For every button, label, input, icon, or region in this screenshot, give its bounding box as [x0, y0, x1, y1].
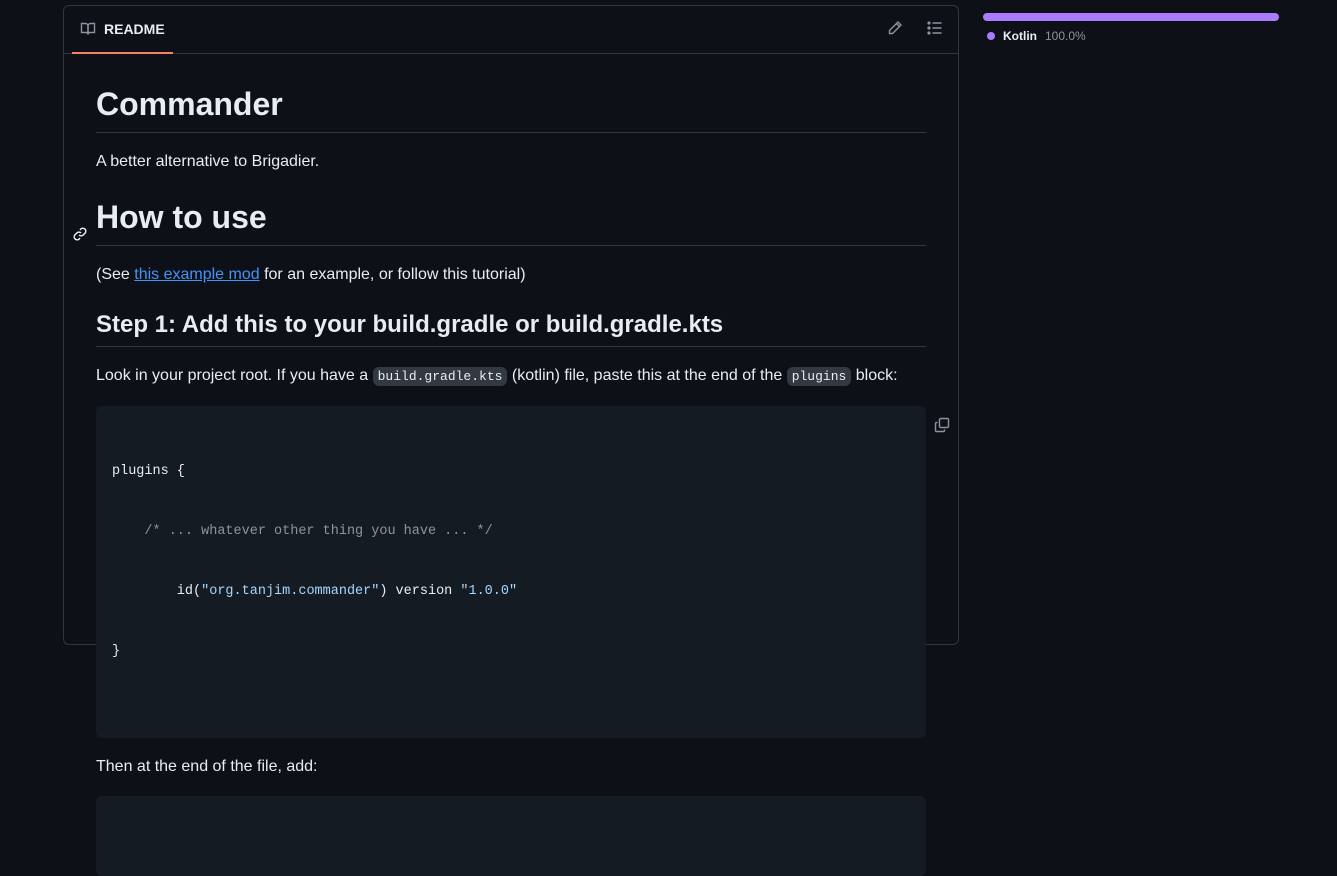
code-line: } — [112, 644, 121, 659]
code-block-2 — [96, 796, 926, 876]
language-name: Kotlin — [1003, 29, 1037, 43]
heading-how-to-use-text: How to use — [96, 199, 267, 235]
readme-header: README — [64, 6, 958, 54]
inline-code-plugins: plugins — [786, 367, 852, 386]
heading-how-to-use: How to use — [73, 197, 926, 246]
edit-button[interactable] — [882, 17, 908, 43]
then-paragraph: Then at the end of the file, add: — [96, 758, 318, 775]
example-mod-link[interactable]: this example mod — [134, 266, 259, 283]
see-paragraph: (See this example mod for an example, or… — [96, 262, 926, 288]
languages-sidebar: Kotlin 100.0% — [983, 13, 1279, 43]
page-title-text: Commander — [96, 86, 283, 122]
look-middle: (kotlin) file, paste this at the end of … — [507, 367, 787, 384]
language-bar — [983, 13, 1279, 21]
look-prefix: Look in your project root. If you have a — [96, 367, 373, 384]
code-block-plugins: plugins { /* ... whatever other thing yo… — [96, 406, 949, 738]
book-icon — [80, 21, 96, 37]
language-dot — [987, 32, 995, 40]
heading-step-1: Step 1: Add this to your build.gradle or… — [96, 310, 926, 347]
code-line: plugins { — [112, 464, 185, 479]
code-string: "org.tanjim.commander" — [201, 584, 380, 599]
look-paragraph: Look in your project root. If you have a… — [96, 363, 926, 390]
inline-code-build-gradle-kts: build.gradle.kts — [372, 367, 508, 386]
outline-button[interactable] — [922, 17, 948, 43]
code-line-comment: /* ... whatever other thing you have ...… — [112, 524, 493, 539]
see-suffix: for an example, or follow this tutorial) — [259, 266, 526, 283]
look-suffix: block: — [851, 367, 898, 384]
copy-button[interactable] — [890, 417, 949, 440]
readme-panel: README Commander A better alternative to… — [63, 5, 959, 876]
code-token: ) version — [379, 584, 461, 599]
code-string: "1.0.0" — [460, 584, 518, 599]
code-line: id("org.tanjim.commander") version "1.0.… — [112, 582, 910, 602]
readme-actions — [882, 6, 948, 54]
readme-tab[interactable]: README — [72, 6, 173, 54]
pencil-icon — [887, 20, 903, 41]
list-unordered-icon — [927, 20, 943, 41]
see-prefix: (See — [96, 266, 135, 283]
readme-content: Commander A better alternative to Brigad… — [73, 54, 949, 876]
tagline: A better alternative to Brigadier. — [96, 153, 320, 170]
language-item-kotlin[interactable]: Kotlin 100.0% — [983, 29, 1279, 43]
page-title: Commander — [96, 84, 926, 133]
copy-icon — [853, 397, 950, 461]
language-percent: 100.0% — [1045, 29, 1086, 43]
link-icon[interactable] — [72, 211, 90, 241]
code-token: id( — [112, 584, 202, 599]
readme-tab-label: README — [104, 21, 165, 37]
